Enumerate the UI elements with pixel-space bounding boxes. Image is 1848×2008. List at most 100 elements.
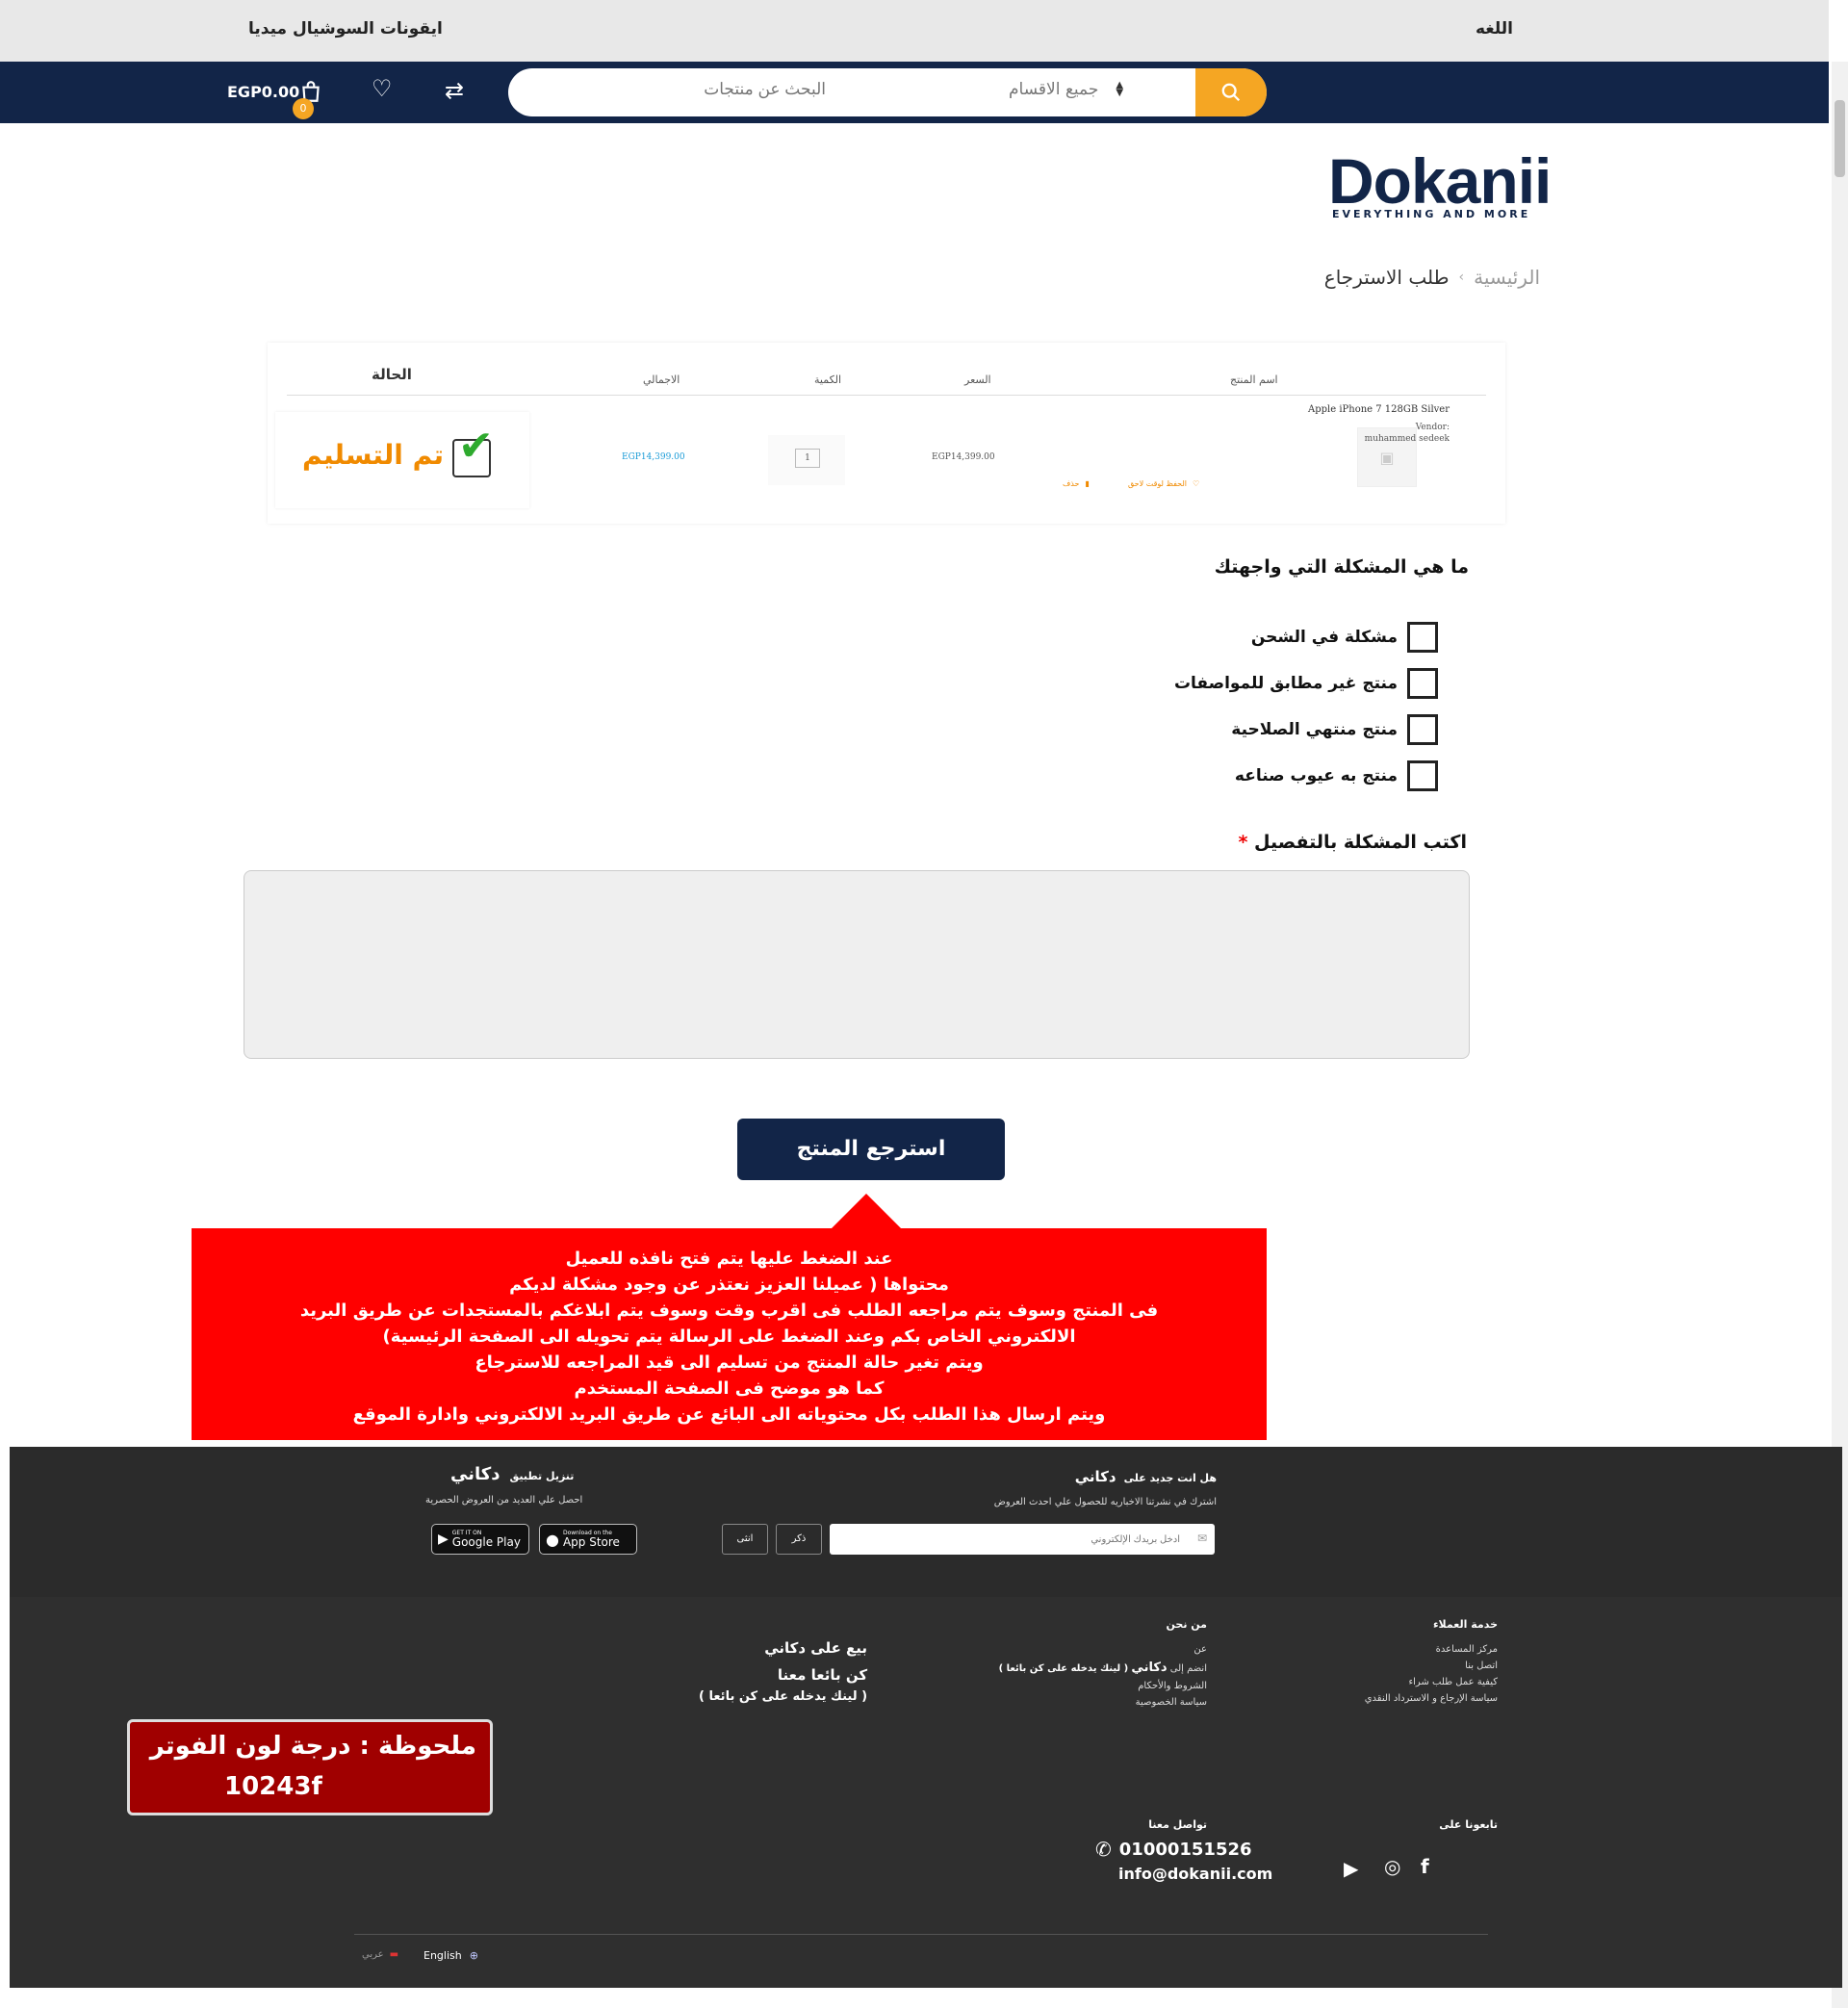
youtube-icon[interactable]: ▶ bbox=[1344, 1857, 1358, 1880]
order-table: اسم المنتج السعر الكمية الاجمالي الحالة … bbox=[268, 343, 1505, 524]
app-store-button[interactable]: ● Download on the App Store bbox=[539, 1524, 637, 1555]
heart-small-icon[interactable]: ♡ bbox=[1193, 479, 1199, 488]
checkbox[interactable] bbox=[1407, 668, 1438, 699]
newsletter-subtitle: اشترك في نشرتنا الاخباريه للحصول علي احد… bbox=[993, 1497, 1217, 1507]
how-to-order-link[interactable]: كيفية عمل طلب شراء bbox=[1365, 1677, 1498, 1687]
note-color-code: 10243f bbox=[224, 1772, 322, 1801]
note-line: كما هو موضح فى الصفحة المستخدم bbox=[574, 1378, 885, 1399]
site-logo[interactable]: Dokanii EVERYTHING AND MORE bbox=[1328, 144, 1598, 231]
option-shipping[interactable]: مشكلة في الشحن bbox=[1251, 622, 1438, 653]
breadcrumb-home[interactable]: الرئيسية bbox=[1474, 266, 1540, 289]
delete-label[interactable]: حذف bbox=[1063, 479, 1079, 488]
row-actions: ♡ الحفظ لوقت لاحق bbox=[1128, 479, 1199, 488]
save-later-link[interactable]: الحفظ لوقت لاحق bbox=[1128, 479, 1187, 488]
compare-icon[interactable]: ⇄ bbox=[445, 77, 464, 104]
email-input[interactable] bbox=[830, 1524, 1215, 1555]
note-arrow bbox=[832, 1194, 901, 1228]
search-button[interactable] bbox=[1195, 68, 1267, 116]
about-title: من نحن bbox=[1166, 1618, 1208, 1631]
follow-title: تابعونا على bbox=[1439, 1818, 1498, 1831]
join-link[interactable]: انضم إلى bbox=[1170, 1663, 1207, 1674]
note-text: ملحوظة : درجة لون الفوتر bbox=[149, 1732, 476, 1761]
status-cell: ✔ تم التسليم bbox=[275, 412, 529, 508]
breadcrumb: الرئيسية › طلب الاسترجاع bbox=[1324, 266, 1540, 289]
note-line: عند الضغط عليها يتم فتح نافذه للعميل bbox=[565, 1249, 893, 1269]
customer-service-column: خدمة العملاء مركز المساعدة اتصل بنا كيفي… bbox=[1365, 1618, 1498, 1704]
language-label[interactable]: اللغه bbox=[1476, 19, 1513, 39]
line-total: EGP14,399.00 bbox=[622, 452, 685, 462]
be-seller-link[interactable]: كن بائعا معنا bbox=[699, 1666, 867, 1684]
google-play-button[interactable]: ▶ GET IT ON Google Play bbox=[431, 1524, 529, 1555]
seller-note: ( لينك يدخله على كن بائعا ) bbox=[699, 1689, 868, 1704]
mail-icon: ✉ bbox=[1196, 1532, 1207, 1545]
help-center-link[interactable]: مركز المساعدة bbox=[1365, 1644, 1498, 1655]
sell-column: بيع على دكاني كن بائعا معنا ( لينك يدخله… bbox=[699, 1639, 867, 1704]
option-mismatch[interactable]: منتج غير مطابق للمواصفات bbox=[1174, 668, 1438, 699]
female-button[interactable]: انثى bbox=[722, 1524, 768, 1555]
return-policy-link[interactable]: سياسة الإرجاع و الاسترداد النقدي bbox=[1365, 1693, 1498, 1704]
contact-title: تواصل معنا bbox=[1148, 1818, 1207, 1831]
search-input[interactable] bbox=[537, 80, 826, 99]
heart-icon[interactable]: ♡ bbox=[372, 75, 393, 102]
email-field[interactable]: ✉ bbox=[830, 1524, 1215, 1555]
newsletter-title: هل انت جديد على دكاني bbox=[1075, 1468, 1217, 1485]
checkbox[interactable] bbox=[1407, 760, 1438, 791]
scrollbar-thumb[interactable] bbox=[1835, 100, 1845, 177]
phone-row: ✆ 01000151526 bbox=[1095, 1838, 1252, 1861]
checkbox[interactable] bbox=[1407, 622, 1438, 653]
details-label: اكتب المشكلة بالتفصيل * bbox=[1238, 832, 1467, 853]
contact-us-link[interactable]: اتصل بنا bbox=[1365, 1660, 1498, 1671]
note-line: فى المنتج وسوف يتم مراجعه الطلب فى اقرب … bbox=[299, 1300, 1159, 1321]
male-button[interactable]: ذكر bbox=[776, 1524, 822, 1555]
phone-number[interactable]: 01000151526 bbox=[1119, 1840, 1252, 1860]
search-icon bbox=[1221, 83, 1241, 102]
header-qty: الكمية bbox=[814, 373, 842, 386]
problem-question: ما هي المشكلة التي واجهتك bbox=[1214, 556, 1469, 578]
instagram-icon[interactable]: ◎ bbox=[1384, 1855, 1400, 1878]
option-label: مشكلة في الشحن bbox=[1250, 628, 1398, 647]
checkbox[interactable] bbox=[1407, 714, 1438, 745]
logo-text: Dokanii bbox=[1328, 145, 1552, 217]
cart-total[interactable]: EGP0.00 bbox=[227, 83, 299, 101]
problem-details-textarea[interactable] bbox=[244, 870, 1470, 1059]
app-subtitle: احصل علي العديد من العروض الحصرية bbox=[425, 1495, 583, 1506]
vendor-name: muhammed sedeek bbox=[1364, 434, 1450, 444]
product-info: Apple iPhone 7 128GB Silver Vendor: muha… bbox=[1143, 404, 1538, 444]
note-line: محتواها ( عميلنا العزيز نعتذر عن وجود مش… bbox=[509, 1274, 949, 1295]
top-bar: اللغه ايقونات السوشيال ميديا bbox=[0, 0, 1829, 62]
app-title-text: تنزيل تطبيق bbox=[509, 1470, 575, 1482]
trash-icon[interactable]: ▮ bbox=[1085, 479, 1089, 488]
uk-flag-icon: ⊕ bbox=[469, 1949, 478, 1962]
sell-link[interactable]: بيع على دكاني bbox=[699, 1639, 867, 1657]
terms-link[interactable]: الشروط والأحكام bbox=[999, 1681, 1207, 1691]
footer: هل انت جديد على دكاني اشترك في نشرتنا ال… bbox=[10, 1447, 1842, 1988]
app-title: تنزيل تطبيق دكاني bbox=[450, 1464, 574, 1484]
details-label-text: اكتب المشكلة بالتفصيل bbox=[1254, 832, 1467, 853]
about-link[interactable]: عن bbox=[999, 1644, 1207, 1655]
lang-ar[interactable]: عربي ▬ bbox=[362, 1949, 398, 1960]
option-expired[interactable]: منتج منتهي الصلاحية bbox=[1231, 714, 1438, 745]
privacy-link[interactable]: سياسة الخصوصية bbox=[999, 1697, 1207, 1708]
note-line: ويتم تغير حالة المنتج من تسليم الى قيد ا… bbox=[475, 1352, 984, 1373]
quantity-input[interactable]: 1 bbox=[795, 449, 820, 468]
required-mark: * bbox=[1238, 832, 1248, 853]
header-total: الاجمالي bbox=[643, 373, 680, 386]
social-media-label: ايقونات السوشيال ميديا bbox=[248, 19, 443, 39]
annotation-note: عند الضغط عليها يتم فتح نافذه للعميل محت… bbox=[192, 1228, 1267, 1440]
note-line: الالكتروني الخاص بكم وعند الضغط على الرس… bbox=[382, 1326, 1076, 1347]
option-defective[interactable]: منتج به عيوب صناعه bbox=[1235, 760, 1438, 791]
product-name[interactable]: Apple iPhone 7 128GB Silver bbox=[1143, 404, 1450, 415]
contact-email[interactable]: info@dokanii.com bbox=[1118, 1865, 1272, 1883]
breadcrumb-current: طلب الاسترجاع bbox=[1323, 266, 1450, 289]
facebook-icon[interactable]: f bbox=[1421, 1855, 1429, 1878]
breadcrumb-separator: › bbox=[1458, 270, 1465, 285]
search-bar: جميع الاقسام ▲▼ bbox=[508, 68, 1267, 116]
return-product-button[interactable]: استرجع المنتج bbox=[737, 1119, 1005, 1180]
lang-en[interactable]: English ⊕ bbox=[424, 1949, 478, 1962]
image-placeholder-icon: ▣ bbox=[1379, 448, 1395, 467]
status-delivered: تم التسليم bbox=[302, 439, 445, 471]
phone-icon: ✆ bbox=[1095, 1838, 1112, 1861]
appstore-label: App Store bbox=[562, 1535, 620, 1549]
category-select[interactable]: جميع الاقسام ▲ ▼ bbox=[1009, 80, 1123, 99]
about-column: من نحن عن انضم إلى دكاني ( لينك يدخله عل… bbox=[999, 1618, 1207, 1708]
